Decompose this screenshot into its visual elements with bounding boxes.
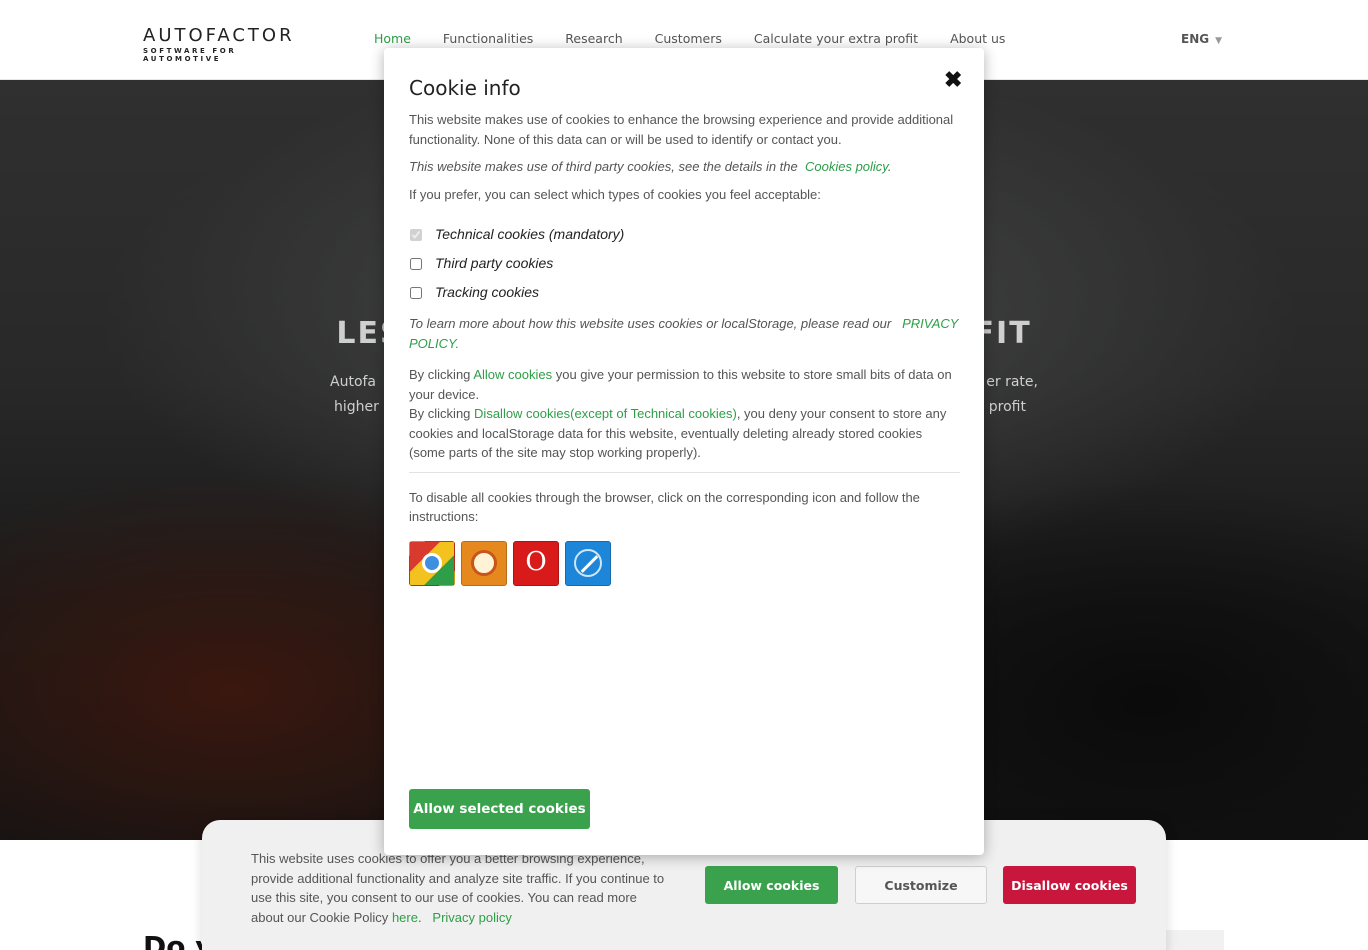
caret-down-icon: ▼ xyxy=(1215,36,1223,46)
banner-privacy-link[interactable]: Privacy policy xyxy=(432,910,511,925)
allow-explanation: By clicking Allow cookies you give your … xyxy=(409,365,960,404)
third-party-cookies-checkbox[interactable] xyxy=(410,257,422,270)
modal-allow-link[interactable]: Allow cookies xyxy=(473,367,552,382)
cookie-banner-text: This website uses cookies to offer you a… xyxy=(251,851,665,925)
by-clicking-2: By clicking xyxy=(409,406,471,421)
language-label: ENG xyxy=(1181,32,1210,46)
hero-line2-left: higher xyxy=(334,399,379,415)
third-party-cookies-label: Third party cookies xyxy=(435,254,554,271)
modal-disallow-link[interactable]: Disallow cookies(except of Technical coo… xyxy=(474,406,737,421)
technical-cookies-checkbox[interactable] xyxy=(410,228,422,241)
nav-research[interactable]: Research xyxy=(565,31,622,46)
technical-cookies-label: Technical cookies (mandatory) xyxy=(435,225,625,242)
disallow-explanation: By clicking Disallow cookies(except of T… xyxy=(409,404,960,463)
logo-tagline: SOFTWARE FOR AUTOMOTIVE xyxy=(143,47,237,63)
tracking-cookies-checkbox[interactable] xyxy=(410,286,422,299)
checkbox-row-tracking[interactable]: Tracking cookies xyxy=(409,278,960,307)
hero-line2-right: profit xyxy=(988,399,1026,415)
nav-home[interactable]: Home xyxy=(374,31,411,46)
customize-button[interactable]: Customize xyxy=(855,866,987,904)
modal-intro: This website makes use of cookies to enh… xyxy=(409,112,954,147)
third-party-notice: This website makes use of third party co… xyxy=(409,159,892,174)
checkbox-row-technical[interactable]: Technical cookies (mandatory) xyxy=(409,220,960,249)
autofactor-logo[interactable]: AUTOFACTOR SOFTWARE FOR AUTOMOTIVE xyxy=(143,25,308,64)
close-icon[interactable]: ✖ xyxy=(944,67,962,93)
cookie-info-modal: Cookie info ✖ This website makes use of … xyxy=(384,48,984,855)
allow-cookies-button[interactable]: Allow cookies xyxy=(705,866,838,904)
nav-customers[interactable]: Customers xyxy=(655,31,722,46)
by-clicking-1: By clicking xyxy=(409,367,471,382)
firefox-icon[interactable] xyxy=(461,540,507,586)
nav-functionalities[interactable]: Functionalities xyxy=(443,31,533,46)
opera-glyph: O xyxy=(525,547,547,578)
cookie-type-checkboxes: Technical cookies (mandatory) Third part… xyxy=(409,220,960,307)
checkbox-row-third-party[interactable]: Third party cookies xyxy=(409,249,960,278)
browser-instructions: To disable all cookies through the brows… xyxy=(409,489,920,525)
safari-icon[interactable] xyxy=(565,540,611,586)
hero-line1-left: Autofa xyxy=(330,374,377,390)
banner-here-link[interactable]: here xyxy=(392,910,418,925)
browser-icons: O xyxy=(409,540,960,586)
hero-line1-right: er rate, xyxy=(986,374,1038,390)
divider xyxy=(409,471,960,473)
main-nav: Home Functionalities Research Customers … xyxy=(374,31,1005,46)
select-text: If you prefer, you can select which type… xyxy=(409,186,821,202)
learn-more-text: To learn more about how this website use… xyxy=(409,316,892,331)
chrome-icon[interactable] xyxy=(409,540,455,586)
tracking-cookies-label: Tracking cookies xyxy=(435,283,540,300)
language-selector[interactable]: ENG ▼ xyxy=(1181,32,1222,46)
modal-body: This website makes use of cookies to enh… xyxy=(409,110,960,586)
disallow-cookies-button[interactable]: Disallow cookies xyxy=(1003,866,1136,904)
learn-more: To learn more about how this website use… xyxy=(409,314,960,353)
modal-title: Cookie info xyxy=(409,76,521,100)
nav-about-us[interactable]: About us xyxy=(950,31,1005,46)
nav-calculate-profit[interactable]: Calculate your extra profit xyxy=(754,31,918,46)
opera-icon[interactable]: O xyxy=(513,540,559,586)
section-side-box xyxy=(1166,930,1224,950)
allow-selected-cookies-button[interactable]: Allow selected cookies xyxy=(409,789,590,829)
cookies-policy-link[interactable]: Cookies policy xyxy=(805,159,888,174)
logo-wordmark: AUTOFACTOR xyxy=(143,25,295,46)
third-party-text: This website makes use of third party co… xyxy=(409,159,798,174)
